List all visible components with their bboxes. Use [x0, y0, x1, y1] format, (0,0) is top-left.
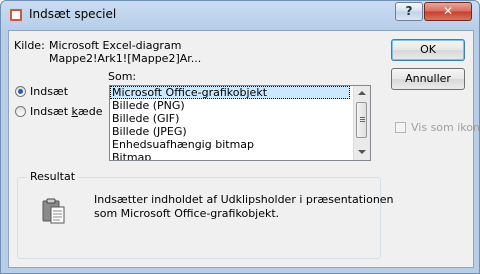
source-type: Microsoft Excel-diagram	[49, 39, 182, 52]
app-icon	[10, 9, 22, 21]
close-button[interactable]: ✕	[424, 2, 472, 21]
paste-link-radio-label[interactable]: Indsæt kæde	[30, 105, 102, 118]
as-listbox[interactable]: Microsoft Office-grafikobjekt Billede (P…	[109, 85, 371, 161]
dialog-body: Kilde: Microsoft Excel-diagram Mappe2!Ar…	[8, 30, 479, 268]
list-item[interactable]: Billede (PNG)	[110, 99, 370, 112]
paste-radio-label[interactable]: Indsæt	[30, 85, 68, 98]
cancel-button[interactable]: Annuller	[391, 68, 465, 90]
list-item[interactable]: Microsoft Office-grafikobjekt	[110, 86, 350, 99]
paste-special-dialog: Indsæt speciel ? ✕ Kilde: Microsoft Exce…	[0, 0, 480, 274]
list-item[interactable]: Billede (JPEG)	[110, 125, 370, 138]
window-title: Indsæt speciel	[29, 7, 117, 21]
source-reference: Mappe2!Ark1![Mappe2]Ar...	[49, 52, 202, 65]
scroll-down-icon[interactable]	[358, 150, 366, 154]
help-button[interactable]: ?	[395, 2, 423, 21]
list-item[interactable]: Bitmap	[110, 151, 370, 160]
source-label: Kilde:	[14, 39, 45, 52]
list-item[interactable]: Enhedsuafhængig bitmap	[110, 138, 370, 151]
scroll-thumb[interactable]	[356, 102, 367, 138]
clipboard-paste-icon	[42, 198, 65, 224]
title-bar: Indsæt speciel ? ✕	[1, 1, 479, 29]
ok-button[interactable]: OK	[391, 39, 465, 61]
vertical-scrollbar[interactable]	[353, 86, 370, 160]
paste-radio[interactable]	[15, 86, 26, 97]
display-as-icon-label[interactable]: Vis som ikon	[411, 121, 479, 134]
display-as-icon-checkbox[interactable]	[395, 122, 406, 133]
result-label: Resultat	[27, 170, 79, 183]
scroll-up-icon[interactable]	[358, 91, 366, 95]
list-item[interactable]: Billede (GIF)	[110, 112, 370, 125]
result-text-line2: som Microsoft Office-grafikobjekt.	[94, 207, 280, 220]
as-label: Som:	[108, 70, 137, 83]
paste-link-radio[interactable]	[15, 106, 26, 117]
result-text-line1: Indsætter indholdet af Udklipsholder i p…	[94, 193, 394, 206]
